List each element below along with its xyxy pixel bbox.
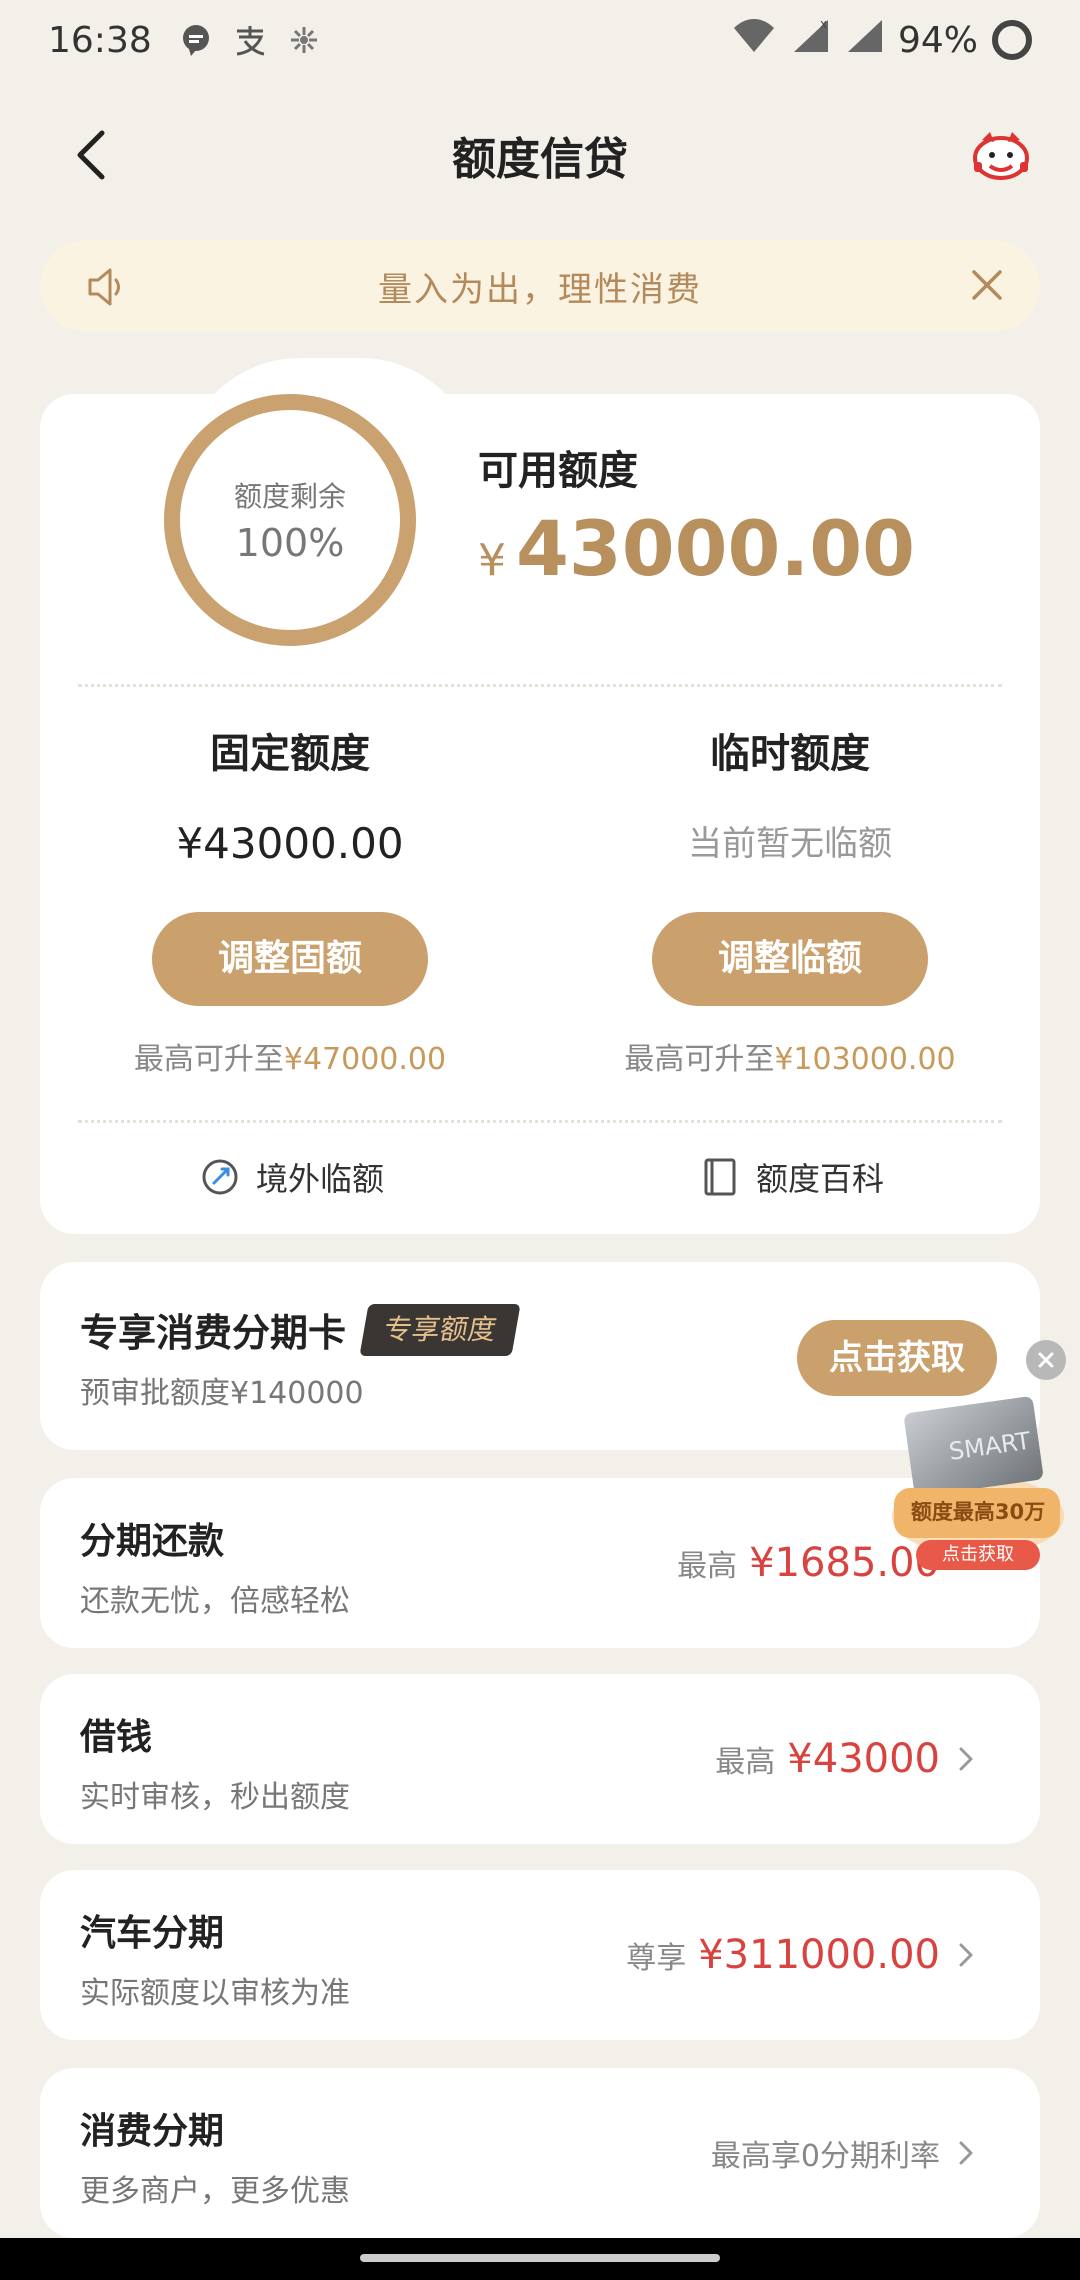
adjust-temp-button[interactable]: 调整临额 (652, 912, 928, 1006)
float-ad-button[interactable]: 点击获取 (916, 1540, 1040, 1570)
list-item-amount: ¥311000.00 (698, 1932, 940, 1978)
chevron-right-icon (948, 1937, 984, 1973)
list-item-consumer-installment[interactable]: 消费分期 更多商户，更多优惠 最高享0分期利率 (40, 2068, 1040, 2238)
notice-text: 量入为出，理性消费 (378, 269, 702, 310)
temp-foot-prefix: 最高可升至 (624, 1042, 775, 1077)
battery-text: 94% (897, 19, 978, 61)
wifi-icon (732, 18, 776, 63)
list-item-title: 分期还款 (80, 1521, 225, 1562)
available-value: 43000.00 (516, 504, 916, 593)
promo-subtitle: 预审批额度¥140000 (80, 1376, 364, 1411)
overseas-quota-link[interactable]: 境外临额 (198, 1154, 384, 1200)
list-item-right: 尊享 ¥311000.00 (626, 1870, 940, 2040)
list-item-right: 最高享0分期利率 (711, 2068, 940, 2238)
list-item-borrow[interactable]: 借钱 实时审核，秒出额度 最高 ¥43000 (40, 1674, 1040, 1844)
page-title: 额度信贷 (452, 134, 628, 185)
nav-bar: 额度信贷 (0, 100, 1080, 210)
flower-notification-icon (284, 20, 324, 60)
alipay-notification-icon (230, 20, 270, 60)
fixed-foot-prefix: 最高可升至 (133, 1042, 284, 1077)
chat-notification-icon (176, 20, 216, 60)
temp-quota-foot: 最高可升至¥103000.00 (540, 1034, 1040, 1078)
list-item-title: 借钱 (80, 1717, 153, 1758)
list-item-subtitle: 实时审核，秒出额度 (80, 1780, 350, 1815)
temp-quota-title: 临时额度 (710, 731, 870, 777)
temp-foot-amount: ¥103000.00 (774, 1042, 956, 1077)
quota-wiki-link[interactable]: 额度百科 (698, 1154, 884, 1200)
floating-ad[interactable]: SMART 额度最高30万 点击获取 (888, 1396, 1066, 1572)
battery-icon (992, 20, 1032, 60)
promo-title: 专享消费分期卡 (80, 1311, 347, 1355)
book-icon (704, 1158, 736, 1196)
overseas-quota-label: 境外临额 (256, 1160, 385, 1198)
divider (78, 1120, 1002, 1123)
home-indicator[interactable] (360, 2254, 720, 2262)
list-item-title: 消费分期 (80, 2111, 225, 2152)
quota-card: 额度剩余 100% 可用额度 ¥ 43000.00 固定额度 ¥43000.00… (40, 358, 1040, 1234)
list-item-plain: 最高享0分期利率 (710, 2139, 940, 2174)
list-item-prefix: 尊享 (626, 1941, 687, 1976)
list-item-prefix: 最高 (715, 1745, 776, 1780)
temp-quota-value: 当前暂无临额 (688, 824, 892, 864)
list-item-right: 最高 ¥43000 (715, 1674, 940, 1844)
fixed-quota-value: ¥43000.00 (176, 819, 404, 868)
status-bar: 16:38 x 94% (0, 0, 1080, 80)
quota-wiki-label: 额度百科 (756, 1160, 885, 1198)
promo-badge: 专享额度 (359, 1303, 521, 1356)
temp-quota-column: 临时额度 当前暂无临额 调整临额 最高可升至¥103000.00 (540, 724, 1040, 1078)
status-right: x 94% (732, 17, 1032, 63)
list-item-car-installment[interactable]: 汽车分期 实际额度以审核为准 尊享 ¥311000.00 (40, 1870, 1040, 2040)
signal-icon-2 (844, 18, 884, 63)
chevron-right-icon (948, 2135, 984, 2171)
float-ad-text: 额度最高30万 (910, 1500, 1046, 1524)
mascot-service-icon[interactable] (968, 122, 1034, 188)
fixed-quota-title: 固定额度 (210, 731, 370, 777)
chevron-right-icon (948, 1741, 984, 1777)
list-item-subtitle: 实际额度以审核为准 (80, 1976, 350, 2011)
status-time: 16:38 (48, 19, 152, 61)
available-label: 可用额度 (478, 448, 638, 494)
ring-value: 100% (235, 521, 345, 565)
remaining-ring: 额度剩余 100% (164, 394, 416, 646)
speaker-icon (84, 264, 130, 310)
list-item-subtitle: 更多商户，更多优惠 (80, 2174, 350, 2209)
svg-text:x: x (820, 18, 827, 31)
fixed-quota-column: 固定额度 ¥43000.00 调整固额 最高可升至¥47000.00 (40, 724, 540, 1078)
list-item-amount: ¥43000 (787, 1736, 940, 1782)
divider (78, 684, 1002, 687)
list-item-title: 汽车分期 (80, 1913, 225, 1954)
ring-label: 额度剩余 (233, 480, 346, 513)
list-item-prefix: 最高 (677, 1549, 738, 1584)
notice-banner: 量入为出，理性消费 (40, 240, 1040, 332)
plane-globe-icon (202, 1159, 238, 1195)
back-arrow-icon[interactable] (64, 125, 124, 185)
signal-icon: x (790, 17, 830, 63)
list-item-subtitle: 还款无忧，倍感轻松 (80, 1584, 350, 1619)
fixed-foot-amount: ¥47000.00 (283, 1042, 447, 1077)
adjust-fixed-button[interactable]: 调整固额 (152, 912, 428, 1006)
promo-get-button[interactable]: 点击获取 (797, 1320, 997, 1396)
close-icon[interactable] (964, 262, 1010, 308)
currency-symbol: ¥ (478, 535, 506, 586)
promo-title-row: 专享消费分期卡 专享额度 (80, 1302, 521, 1357)
available-amount: ¥ 43000.00 (478, 504, 915, 593)
fixed-quota-foot: 最高可升至¥47000.00 (40, 1034, 540, 1078)
float-ad-close-icon[interactable] (1026, 1340, 1066, 1380)
